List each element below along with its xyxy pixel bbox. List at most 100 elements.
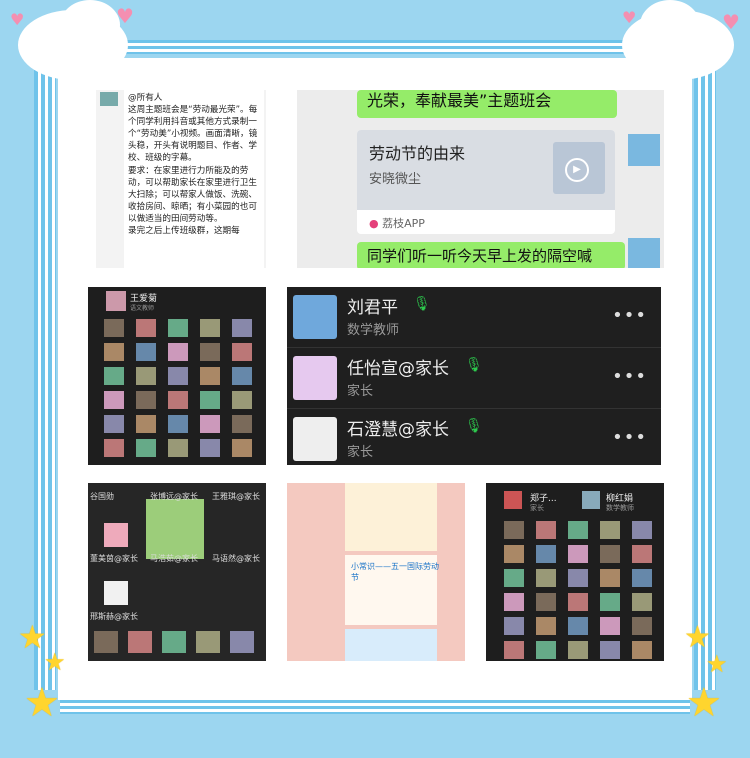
participant-tile[interactable] — [600, 617, 620, 635]
participant-tile[interactable] — [504, 569, 524, 587]
participant-row[interactable]: 任怡宣@家长 🎙 家长 ••• — [287, 348, 661, 409]
bottom-stripes — [60, 700, 690, 714]
participant-tile[interactable] — [104, 415, 124, 433]
screenshot-announcement: @所有人 这周主题班会是“劳动最光荣”。每个同学利用抖音或其他方式录制一个“劳动… — [96, 90, 266, 268]
participant-tile[interactable] — [136, 415, 156, 433]
participant-label: 马浩茹@家长 — [150, 554, 198, 563]
participant-tile[interactable] — [232, 415, 252, 433]
participant-tile[interactable] — [104, 343, 124, 361]
participant-tile[interactable] — [104, 391, 124, 409]
participant-tile[interactable] — [232, 343, 252, 361]
participant-tile[interactable] — [200, 415, 220, 433]
participant-tile[interactable] — [536, 569, 556, 587]
avatar — [100, 92, 118, 106]
participant-role: 数学教师 — [606, 504, 634, 512]
participant-tile[interactable] — [632, 617, 652, 635]
participant-tile[interactable] — [136, 439, 156, 457]
participant-tile[interactable] — [632, 521, 652, 539]
participant-tile[interactable] — [104, 319, 124, 337]
chat-message[interactable]: 同学们听一听今天早上发的隔空喊 — [357, 242, 625, 268]
participant-tile[interactable] — [200, 391, 220, 409]
participant-tile[interactable] — [230, 631, 254, 653]
mic-icon: 🎙 — [413, 296, 431, 312]
avatar — [106, 291, 126, 311]
participant-tile[interactable] — [232, 367, 252, 385]
participant-tile[interactable] — [568, 617, 588, 635]
more-icon[interactable]: ••• — [612, 366, 647, 387]
heart-icon: ♥ — [722, 10, 740, 34]
participant-tile[interactable] — [536, 593, 556, 611]
participant-tile[interactable] — [200, 343, 220, 361]
participant-tile[interactable] — [568, 521, 588, 539]
participant-tile[interactable] — [632, 593, 652, 611]
participant-tile[interactable] — [200, 367, 220, 385]
participant-tile[interactable] — [536, 641, 556, 659]
star-icon: ★ — [44, 648, 66, 676]
participant-tile[interactable] — [632, 641, 652, 659]
participant-tile[interactable] — [232, 439, 252, 457]
participant-tile[interactable] — [504, 617, 524, 635]
audio-share-card[interactable]: 劳动节的由来 安晓微尘 ▶ ● 荔枝APP — [357, 130, 615, 234]
participant-tile[interactable] — [600, 545, 620, 563]
participant-tile[interactable] — [168, 391, 188, 409]
participant-tile[interactable] — [104, 367, 124, 385]
participant-tile[interactable] — [568, 545, 588, 563]
participant-tile[interactable] — [162, 631, 186, 653]
participant-tile[interactable] — [600, 569, 620, 587]
participant-tile[interactable] — [632, 545, 652, 563]
participant-label: 谷国勋 — [90, 492, 114, 501]
participant-tile[interactable] — [196, 631, 220, 653]
participant-tile[interactable] — [168, 319, 188, 337]
participant-role: 家长 — [347, 445, 374, 460]
participant-tile[interactable] — [232, 319, 252, 337]
participant-tile[interactable] — [136, 319, 156, 337]
participant-tile[interactable] — [168, 415, 188, 433]
participant-tile[interactable] — [536, 545, 556, 563]
participant-tile[interactable] — [136, 391, 156, 409]
avatar — [104, 523, 128, 547]
top-stripes — [60, 40, 690, 54]
participant-tile[interactable] — [504, 521, 524, 539]
participant-tile[interactable] — [536, 617, 556, 635]
participant-tile[interactable] — [632, 569, 652, 587]
participant-tile[interactable] — [568, 641, 588, 659]
cloud-right-2 — [640, 0, 700, 50]
more-icon[interactable]: ••• — [612, 305, 647, 326]
participant-row[interactable]: 刘君平 🎙 数学教师 ••• — [287, 287, 661, 348]
participant-tile[interactable] — [600, 641, 620, 659]
participant-tile[interactable] — [504, 545, 524, 563]
participant-tile[interactable] — [200, 439, 220, 457]
participant-tile[interactable] — [128, 631, 152, 653]
play-icon[interactable]: ▶ — [565, 158, 589, 182]
participant-tile[interactable] — [168, 343, 188, 361]
participant-tile[interactable] — [600, 593, 620, 611]
avatar — [293, 356, 337, 400]
participant-role: 语文教师 — [130, 305, 155, 312]
participant-tile[interactable] — [504, 593, 524, 611]
participant-tile[interactable] — [568, 569, 588, 587]
chat-message[interactable]: 光荣，奉献最美”主题班会 — [357, 90, 617, 118]
participant-label: 张博远@家长 — [150, 492, 198, 501]
participant-tile[interactable] — [200, 319, 220, 337]
participant-tile[interactable] — [136, 367, 156, 385]
participant-tile[interactable] — [232, 391, 252, 409]
participant-tile[interactable] — [600, 521, 620, 539]
active-speaker-video — [146, 499, 204, 559]
avatar — [582, 491, 600, 509]
participant-tile[interactable] — [536, 521, 556, 539]
participant-row[interactable]: 石澄慧@家长 🎙 家长 ••• — [287, 409, 661, 465]
participant-label: 王雅琪@家长 — [212, 492, 260, 501]
participant-tile[interactable] — [504, 641, 524, 659]
participant-tile[interactable] — [94, 631, 118, 653]
participant-tile[interactable] — [568, 593, 588, 611]
participant-label: 董美茵@家长 — [90, 554, 138, 563]
participant-tile[interactable] — [168, 367, 188, 385]
right-stripes — [694, 70, 716, 690]
card-subtitle: 安晓微尘 — [369, 172, 422, 187]
participant-tile[interactable] — [168, 439, 188, 457]
more-icon[interactable]: ••• — [612, 427, 647, 448]
participant-tile[interactable] — [136, 343, 156, 361]
card-title: 劳动节的由来 — [369, 144, 466, 163]
heart-icon: ♥ — [622, 8, 637, 27]
participant-tile[interactable] — [104, 439, 124, 457]
